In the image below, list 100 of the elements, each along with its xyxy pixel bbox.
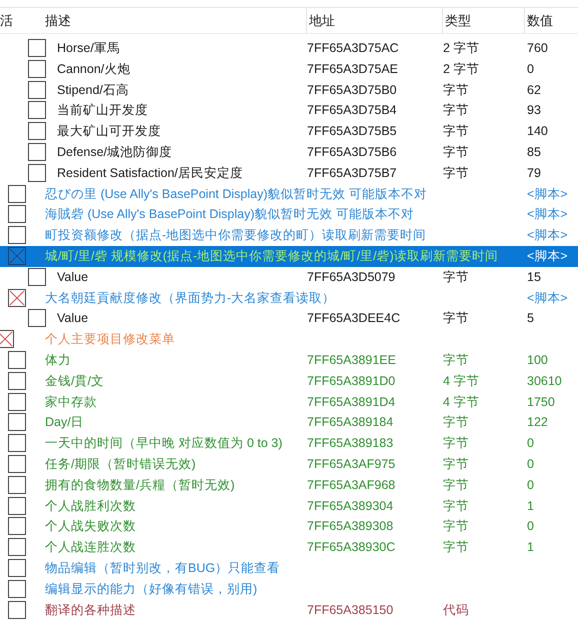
value-text: <脚本>	[526, 290, 569, 307]
checkbox[interactable]	[8, 434, 26, 452]
address-text: 7FF65A3DEE4C	[307, 310, 402, 328]
checkbox[interactable]	[8, 350, 26, 369]
column-header[interactable]: 数值	[525, 10, 578, 30]
checkbox[interactable]	[28, 60, 46, 78]
table-row[interactable]: 任务/期限（暂时错误无效) 7FF65A3AF975 字节 0	[0, 454, 578, 475]
table-row[interactable]: 忍びの里 (Use Ally's BasePoint Display)貌似暂时无效 可能版本不对 <脚本>	[0, 184, 578, 204]
checkbox[interactable]	[8, 580, 26, 598]
checkbox[interactable]	[28, 39, 46, 57]
description-text: 最大矿山可开发度	[57, 123, 161, 140]
table-row[interactable]: Resident Satisfaction/居民安定度 7FF65A3D75B7 字节 79	[0, 162, 578, 184]
table-row[interactable]: 当前矿山开发度 7FF65A3D75B4 字节 93	[0, 100, 578, 122]
address-text: 7FF65A3AF975	[307, 456, 396, 473]
checkbox[interactable]	[8, 246, 26, 265]
address-text: 7FF65A389304	[307, 498, 394, 515]
checkbox[interactable]	[8, 205, 26, 224]
type-text: 字节	[443, 164, 470, 182]
checkbox[interactable]	[8, 517, 26, 536]
table-row[interactable]: 编辑显示的能力（好像有错误，别用)	[0, 578, 578, 600]
address-text: 7FF65A3891D4	[307, 394, 396, 411]
description-text: 拥有的食物数量/兵糧（暂时无效)	[45, 476, 235, 494]
table-row[interactable]: Value 7FF65A3D5079 字节 15	[0, 266, 578, 288]
type-text: 字节	[443, 82, 470, 99]
description-text: 金钱/貫/文	[45, 372, 104, 390]
table-row[interactable]: Cannon/火炮 7FF65A3D75AE 2 字节 0	[0, 58, 578, 80]
value-text: 62	[526, 82, 542, 99]
table-row[interactable]: 金钱/貫/文 7FF65A3891D0 4 字节 30610	[0, 370, 578, 392]
type-text: 字节	[443, 435, 470, 452]
description-text: Value	[57, 268, 88, 286]
checkbox[interactable]	[28, 80, 46, 99]
table-row[interactable]: 翻译的各种描述 7FF65A385150 代码	[0, 600, 578, 620]
table-row[interactable]: Defense/城池防御度 7FF65A3D75B6 字节 85	[0, 142, 578, 163]
checkbox[interactable]	[28, 268, 46, 286]
checkbox[interactable]	[8, 558, 26, 577]
description-text: 海賊砦 (Use Ally's BasePoint Display)貌似暂时无效 可能版本不对	[45, 206, 414, 224]
address-text: 7FF65A3D75AC	[307, 40, 400, 58]
address-text: 7FF65A389308	[307, 518, 394, 536]
checkbox[interactable]	[8, 496, 26, 515]
description-text: Value	[57, 310, 88, 328]
type-text: 字节	[443, 352, 470, 369]
table-row[interactable]: 物品编辑（暂时别改，有BUG）只能查看	[0, 558, 578, 579]
table-row[interactable]: 海賊砦 (Use Ally's BasePoint Display)貌似暂时无效 可能版本不对 <脚本>	[0, 204, 578, 226]
type-text: 2 字节	[443, 60, 480, 78]
checkbox[interactable]	[8, 454, 26, 473]
column-header[interactable]: 类型	[443, 8, 525, 33]
description-text: 编辑显示的能力（好像有错误，别用)	[45, 580, 258, 598]
checkbox[interactable]	[0, 330, 14, 348]
type-text: 字节	[443, 102, 470, 120]
description-text: 体力	[45, 352, 71, 369]
value-text: 5	[526, 310, 535, 328]
table-row[interactable]: Horse/軍馬 7FF65A3D75AC 2 字节 760	[0, 38, 578, 59]
checkbox[interactable]	[8, 538, 26, 556]
column-header[interactable]: 描述	[45, 8, 307, 33]
table-row[interactable]: 个人战失败次数 7FF65A389308 字节 0	[0, 516, 578, 538]
description-text: 町投资额修改（据点-地图选中你需要修改的町）读取刷新需要时间	[45, 227, 426, 244]
table-row[interactable]: 体力 7FF65A3891EE 字节 100	[0, 350, 578, 371]
address-text: 7FF65A3891D0	[307, 372, 396, 390]
checkbox[interactable]	[8, 288, 26, 307]
description-text: 家中存款	[45, 394, 97, 411]
description-text: Defense/城池防御度	[57, 144, 172, 161]
table-row[interactable]: 个人主要项目修改菜单	[0, 329, 578, 350]
checkbox[interactable]	[8, 392, 26, 411]
description-text: 忍びの里 (Use Ally's BasePoint Display)貌似暂时无效 可能版本不对	[45, 186, 427, 203]
checkbox[interactable]	[28, 309, 46, 328]
description-text: 翻译的各种描述	[45, 602, 136, 619]
column-header[interactable]: 活	[0, 10, 45, 30]
table-row[interactable]: 最大矿山可开发度 7FF65A3D75B5 字节 140	[0, 121, 578, 142]
description-text: 物品编辑（暂时别改，有BUG）只能查看	[45, 560, 280, 577]
checkbox[interactable]	[8, 413, 26, 432]
checkbox[interactable]	[8, 372, 26, 390]
description-text: Horse/軍馬	[57, 40, 120, 58]
table-row[interactable]: 町投资额修改（据点-地图选中你需要修改的町）读取刷新需要时间 <脚本>	[0, 225, 578, 246]
value-text: 1	[526, 539, 535, 556]
column-header[interactable]: 地址	[307, 8, 443, 33]
checkbox[interactable]	[28, 122, 46, 140]
checkbox[interactable]	[28, 101, 46, 120]
value-text: 79	[526, 164, 542, 182]
address-text: 7FF65A3D75B6	[307, 144, 398, 161]
table-row[interactable]: Stipend/石高 7FF65A3D75B0 字节 62	[0, 80, 578, 100]
table-row[interactable]: 个人战胜利次数 7FF65A389304 字节 1	[0, 496, 578, 516]
value-text: 0	[526, 435, 535, 452]
checkbox[interactable]	[28, 142, 46, 161]
table-row[interactable]: 一天中的时间（早中晚 对应数值为 0 to 3) 7FF65A389183 字节 0	[0, 433, 578, 454]
type-text: 字节	[443, 268, 470, 286]
table-row[interactable]: 大名朝廷貢献度修改（界面势力-大名家查看读取） <脚本>	[0, 288, 578, 308]
table-row[interactable]: Day/日 7FF65A389184 字节 122	[0, 412, 578, 434]
table-row[interactable]: 城/町/里/砦 规模修改(据点-地图选中你需要修改的城/町/里/砦)读取刷新需要时间 <脚本>	[0, 246, 578, 267]
checkbox[interactable]	[8, 226, 26, 244]
table-row[interactable]: 个人战连胜次数 7FF65A38930C 字节 1	[0, 537, 578, 558]
table-row[interactable]: 拥有的食物数量/兵糧（暂时无效) 7FF65A3AF968 字节 0	[0, 474, 578, 496]
checkbox[interactable]	[8, 184, 26, 203]
checkbox[interactable]	[8, 600, 26, 619]
type-text: 字节	[443, 310, 470, 328]
table-row[interactable]: Value 7FF65A3DEE4C 字节 5	[0, 308, 578, 330]
address-text: 7FF65A3891EE	[307, 352, 397, 369]
description-text: 任务/期限（暂时错误无效)	[45, 456, 196, 473]
checkbox[interactable]	[8, 476, 26, 494]
table-row[interactable]: 家中存款 7FF65A3891D4 4 字节 1750	[0, 392, 578, 412]
checkbox[interactable]	[28, 164, 46, 182]
